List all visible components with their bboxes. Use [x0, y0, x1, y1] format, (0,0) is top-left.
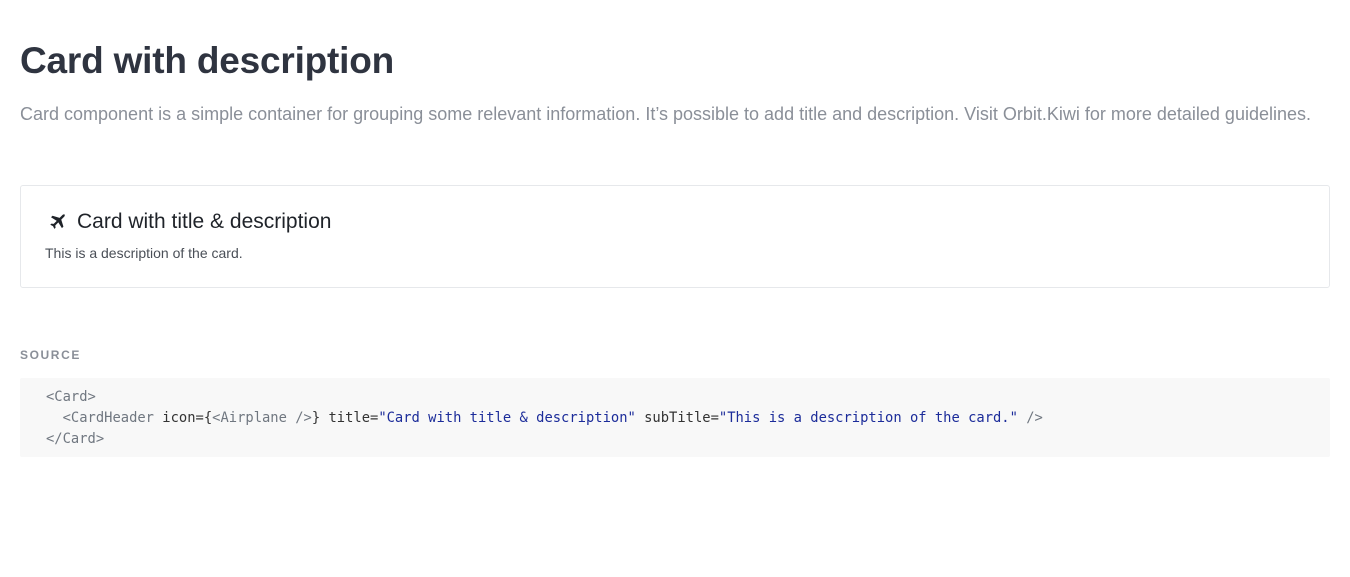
card-title: Card with title & description — [77, 210, 332, 233]
code-token: <CardHeader — [46, 410, 163, 426]
source-label: SOURCE — [20, 348, 81, 362]
page-title: Card with description — [20, 40, 395, 81]
code-line: <Card> — [46, 387, 1304, 408]
card-header: Card with title & description — [45, 210, 331, 234]
code-token: "Card with title & description" — [378, 410, 636, 426]
code-token: </Card> — [46, 431, 105, 447]
code-token: "This is a description of the card." — [718, 410, 1018, 426]
airplane-icon — [45, 210, 69, 234]
card: Card with title & description This is a … — [20, 185, 1330, 288]
code-token: <Airplane /> — [212, 410, 312, 426]
code-token: title= — [328, 410, 379, 426]
code-token: /> — [1017, 410, 1043, 426]
code-line: </Card> — [46, 429, 1304, 450]
card-description: This is a description of the card. — [45, 245, 243, 261]
code-token: subTitle= — [635, 410, 719, 426]
code-token: { — [203, 410, 213, 426]
code-line: <CardHeader icon={<Airplane />} title="C… — [46, 408, 1304, 429]
source-code-block[interactable]: <Card> <CardHeader icon={<Airplane />} t… — [20, 378, 1330, 457]
code-token: <Card> — [46, 389, 96, 405]
code-token: icon= — [162, 410, 204, 426]
code-token: } — [311, 410, 329, 426]
page-intro: Card component is a simple container for… — [20, 104, 1311, 124]
